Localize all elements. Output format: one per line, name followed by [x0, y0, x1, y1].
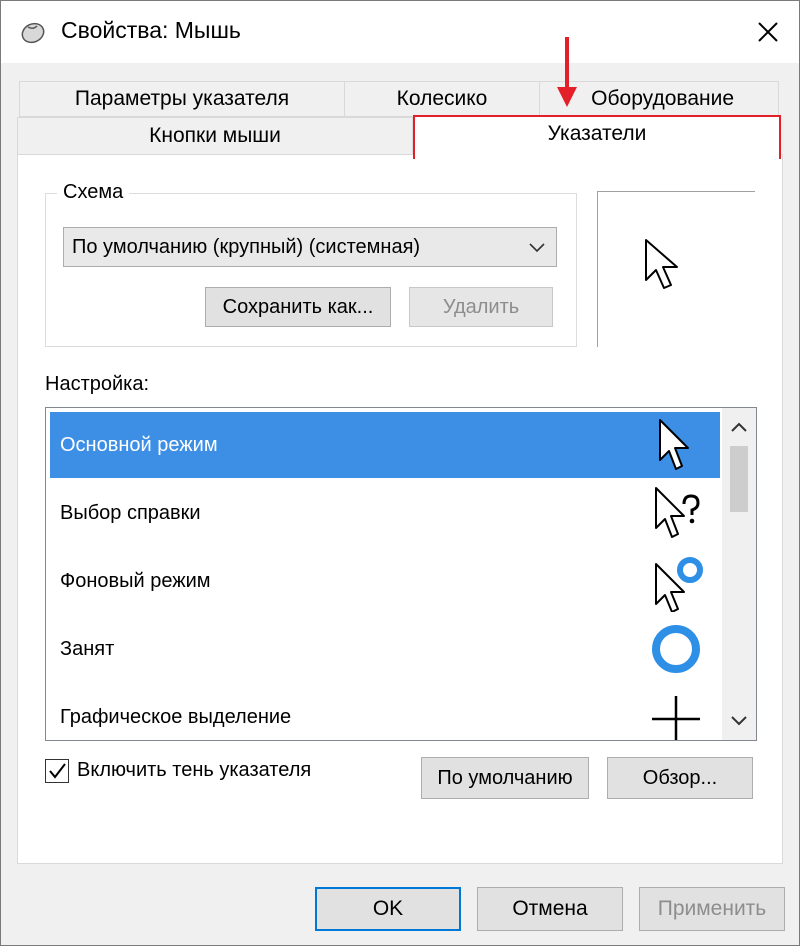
cancel-label: Отмена	[512, 897, 588, 920]
apply-button[interactable]: Применить	[639, 887, 785, 931]
use-default-label: По умолчанию	[437, 766, 573, 789]
pointer-shadow-checkbox[interactable]	[45, 759, 69, 783]
chevron-up-icon[interactable]	[730, 420, 748, 434]
list-item[interactable]: Графическое выделение	[50, 684, 720, 740]
scheme-selected-value: По умолчанию (крупный) (системная)	[72, 235, 421, 258]
title-bar: Свойства: Мышь	[1, 1, 799, 63]
tab-buttons[interactable]: Кнопки мыши	[17, 117, 413, 155]
mouse-icon	[19, 19, 47, 45]
chevron-down-icon[interactable]	[730, 714, 748, 728]
list-scrollbar[interactable]	[722, 408, 756, 740]
browse-button[interactable]: Обзор...	[607, 757, 753, 799]
list-item-label: Основной режим	[60, 433, 218, 456]
tab-label: Указатели	[547, 122, 647, 145]
pointer-preview	[597, 191, 755, 347]
list-item[interactable]: Занят	[50, 616, 720, 682]
tab-label: Оборудование	[591, 87, 734, 110]
save-as-button[interactable]: Сохранить как...	[205, 287, 391, 327]
apply-label: Применить	[657, 897, 767, 920]
scrollbar-thumb[interactable]	[730, 446, 748, 512]
list-item[interactable]: Выбор справки	[50, 480, 720, 546]
tab-label: Кнопки мыши	[149, 124, 281, 147]
ok-label: OK	[372, 897, 404, 920]
ok-button[interactable]: OK	[315, 887, 461, 931]
use-default-button[interactable]: По умолчанию	[421, 757, 589, 799]
window-title: Свойства: Мышь	[61, 17, 241, 43]
tab-label: Колесико	[396, 87, 488, 110]
tab-label: Параметры указателя	[74, 87, 290, 110]
busy-ring-icon	[652, 625, 700, 673]
list-item[interactable]: Фоновый режим	[50, 548, 720, 614]
tab-wheel[interactable]: Колесико	[344, 81, 540, 117]
save-as-label: Сохранить как...	[222, 295, 374, 318]
tab-pointer-options[interactable]: Параметры указателя	[19, 81, 345, 117]
close-icon	[758, 22, 778, 42]
list-item-label: Занят	[60, 637, 115, 660]
chevron-down-icon	[529, 243, 545, 253]
scheme-dropdown[interactable]: По умолчанию (крупный) (системная)	[63, 227, 557, 267]
checkmark-icon	[49, 763, 66, 779]
delete-button[interactable]: Удалить	[409, 287, 553, 327]
crosshair-icon	[652, 696, 700, 740]
arrow-pointer-icon	[645, 239, 678, 289]
pointer-list[interactable]: Основной режим Выбор справки Фоновый реж…	[45, 407, 757, 741]
list-item-label: Графическое выделение	[60, 705, 292, 728]
scheme-group-label: Схема	[57, 181, 130, 204]
cancel-button[interactable]: Отмена	[477, 887, 623, 931]
list-item-label: Фоновый режим	[60, 569, 211, 592]
browse-label: Обзор...	[642, 766, 718, 789]
customize-label: Настройка:	[45, 373, 150, 395]
annotation-arrow-icon	[557, 37, 577, 107]
working-in-background-pointer-icon	[655, 557, 703, 612]
help-select-pointer-icon	[655, 487, 700, 538]
tab-pointers[interactable]: Указатели	[413, 115, 781, 159]
pointer-shadow-label[interactable]: Включить тень указателя	[77, 759, 311, 782]
close-button[interactable]	[743, 7, 793, 57]
delete-label: Удалить	[442, 295, 520, 318]
list-item-label: Выбор справки	[60, 501, 201, 524]
arrow-pointer-icon	[659, 419, 689, 470]
list-item[interactable]: Основной режим	[50, 412, 720, 478]
mouse-properties-dialog: Свойства: Мышь Параметры указателя Колес…	[0, 0, 800, 946]
